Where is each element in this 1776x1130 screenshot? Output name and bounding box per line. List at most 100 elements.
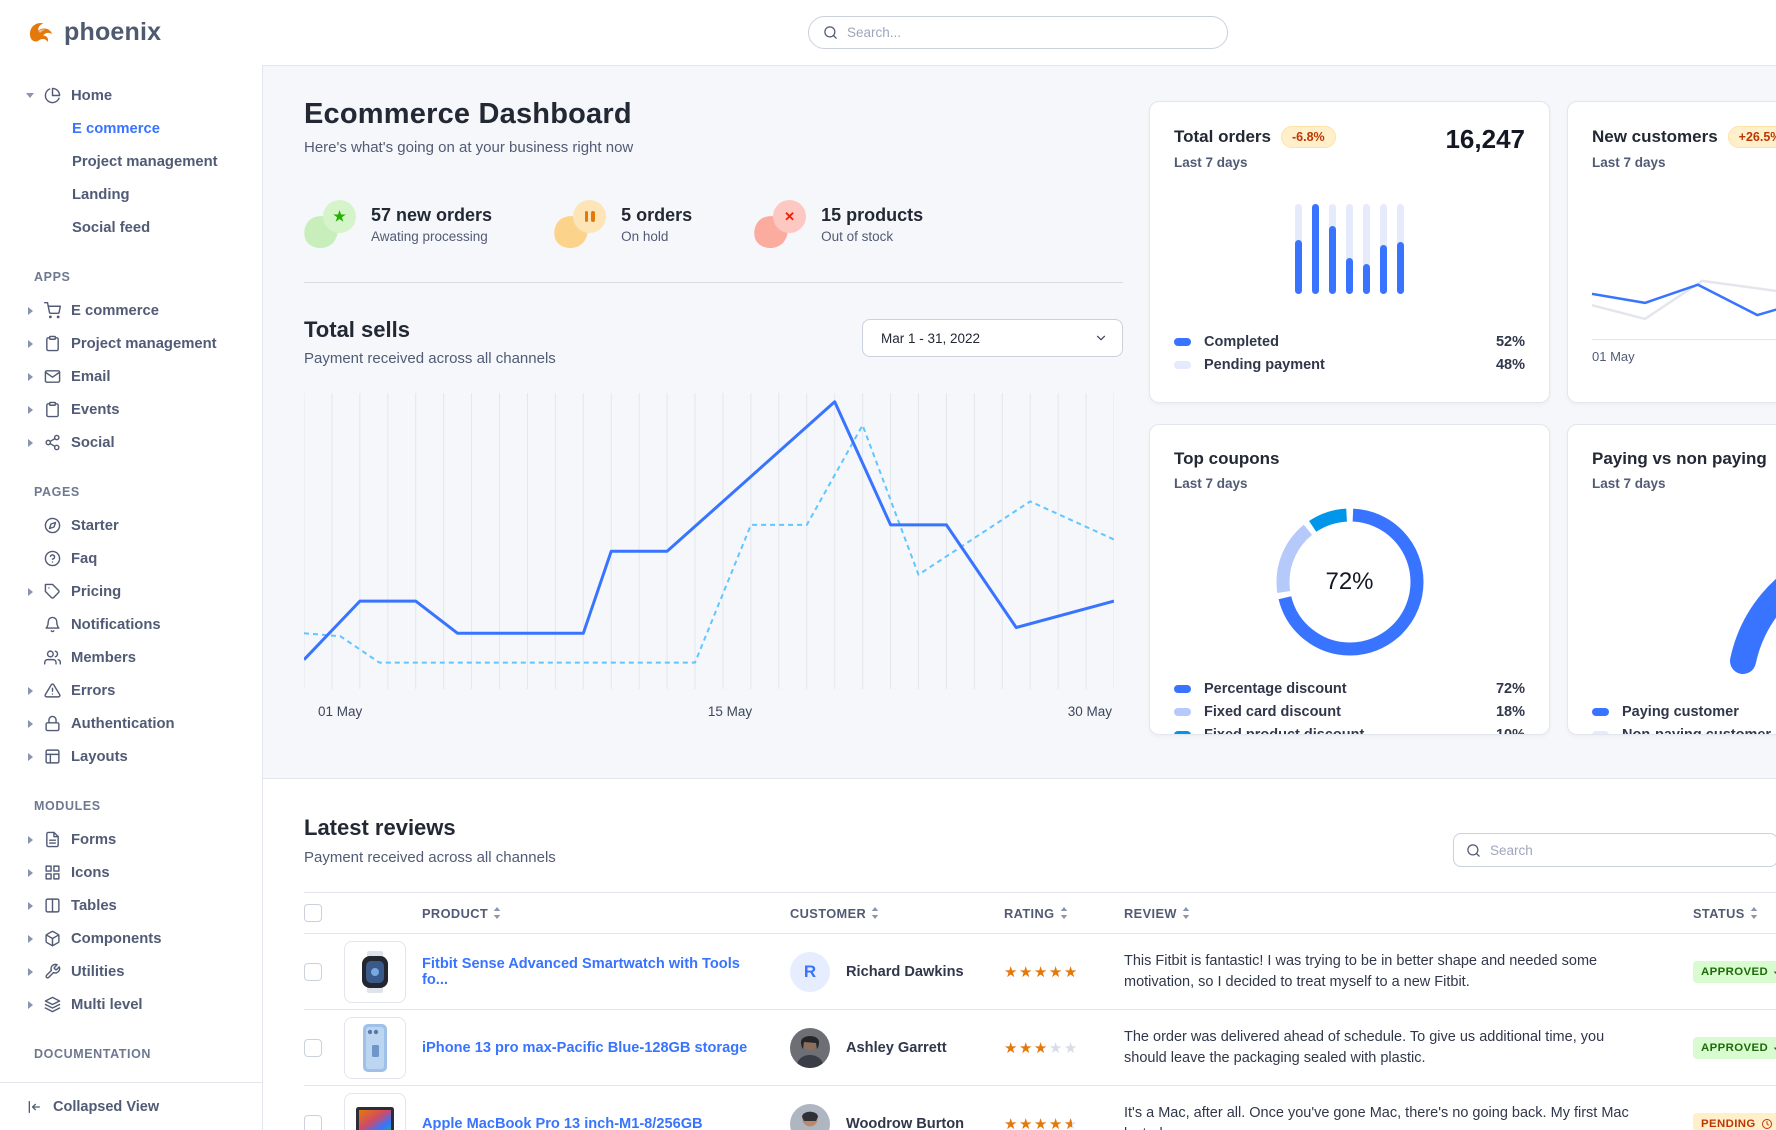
sidebar-item-icons[interactable]: Icons (16, 856, 254, 889)
row-checkbox[interactable] (304, 1115, 322, 1130)
sidebar-item-layouts[interactable]: Layouts (16, 740, 254, 773)
sidebar-item-faq[interactable]: Faq (16, 542, 254, 575)
top-navbar: phoenix (0, 0, 1776, 65)
sidebar-item-project-management[interactable]: Project management (16, 327, 254, 360)
sidebar-item-email[interactable]: Email (16, 360, 254, 393)
stat-awating-processing: ★57 new ordersAwating processing (304, 200, 492, 248)
caret-right-icon (22, 1001, 38, 1009)
product-thumbnail[interactable] (344, 941, 406, 1003)
sidebar-item-notifications[interactable]: Notifications (16, 608, 254, 641)
sidebar-item-label: Project management (71, 336, 217, 352)
sidebar-collapse-toggle[interactable]: Collapsed View (0, 1082, 262, 1130)
reviews-search-input[interactable] (1490, 843, 1765, 858)
sidebar-item-e-commerce[interactable]: E commerce (16, 294, 254, 327)
legend-label: Fixed product discount (1204, 727, 1496, 736)
select-all-checkbox[interactable] (304, 904, 322, 922)
column-header-status[interactable]: STATUS (1673, 906, 1776, 921)
sidebar-item-authentication[interactable]: Authentication (16, 707, 254, 740)
column-header-customer[interactable]: CUSTOMER (790, 906, 1004, 921)
global-search (808, 16, 1228, 49)
sidebar-subitem-e-commerce[interactable]: E commerce (16, 112, 254, 145)
sidebar-item-forms[interactable]: Forms (16, 823, 254, 856)
customer-name: Richard Dawkins (846, 964, 964, 980)
sidebar-item-events[interactable]: Events (16, 393, 254, 426)
sidebar-item-home[interactable]: Home (16, 79, 254, 112)
review-row-3: Apple MacBook Pro 13 inch-M1-8/256GB Wood… (304, 1086, 1776, 1130)
legend-swatch (1174, 731, 1191, 736)
legend-row-pending-payment: Pending payment48% (1174, 353, 1525, 376)
sidebar-item-members[interactable]: Members (16, 641, 254, 674)
dashboard-hero: Ecommerce Dashboard Here's what's going … (304, 66, 1123, 724)
sidebar-item-tables[interactable]: Tables (16, 889, 254, 922)
sidebar-item-components[interactable]: Components (16, 922, 254, 955)
legend-value: 52% (1496, 334, 1525, 350)
sort-icon (493, 907, 501, 919)
legend-row-non-paying-customer: Non-paying customer (1592, 723, 1776, 735)
star-filled-icon: ★ (1034, 1115, 1049, 1130)
stat-value: 57 new orders (371, 205, 492, 226)
new-customers-title: New customers (1592, 127, 1718, 147)
sidebar-item-multi-level[interactable]: Multi level (16, 988, 254, 1021)
new-customers-chart (1592, 248, 1776, 328)
top-coupons-center-value: 72% (1275, 507, 1425, 657)
column-header-review[interactable]: REVIEW (1116, 906, 1673, 921)
product-link[interactable]: Fitbit Sense Advanced Smartwatch with To… (422, 956, 790, 988)
search-icon (1466, 843, 1481, 858)
star-filled-icon: ★ (1004, 1039, 1019, 1057)
sidebar-item-label: Tables (71, 898, 117, 914)
sidebar-item-utilities[interactable]: Utilities (16, 955, 254, 988)
caret-right-icon (22, 753, 38, 761)
legend-swatch (1592, 731, 1609, 736)
top-coupons-period: Last 7 days (1174, 476, 1525, 491)
legend-label: Completed (1204, 334, 1496, 350)
x-axis-labels: 01 May 15 May 30 May (304, 704, 1114, 724)
column-header-rating[interactable]: RATING (1004, 906, 1116, 921)
top-coupons-title: Top coupons (1174, 449, 1279, 469)
chevron-down-icon (1094, 331, 1108, 345)
sidebar-item-social[interactable]: Social (16, 426, 254, 459)
caret-right-icon (22, 588, 38, 596)
caret-right-icon (22, 687, 38, 695)
caret-right-icon (22, 307, 38, 315)
sidebar-subitem-social-feed[interactable]: Social feed (16, 211, 254, 244)
product-link[interactable]: Apple MacBook Pro 13 inch-M1-8/256GB (422, 1116, 790, 1130)
legend-value: 10% (1496, 727, 1525, 736)
row-checkbox[interactable] (304, 1039, 322, 1057)
help-circle-icon (44, 550, 61, 567)
status-badge: APPROVED (1693, 1037, 1776, 1059)
legend-swatch (1174, 338, 1191, 346)
caret-right-icon (22, 968, 38, 976)
new-customers-period: Last 7 days (1592, 155, 1776, 170)
sidebar-item-label: E commerce (71, 303, 159, 319)
caret-right-icon (22, 439, 38, 447)
sidebar-item-label: Social (71, 435, 115, 451)
product-link[interactable]: iPhone 13 pro max-Pacific Blue-128GB sto… (422, 1040, 790, 1056)
sidebar-subitem-label: Project management (72, 154, 218, 170)
sidebar-item-pricing[interactable]: Pricing (16, 575, 254, 608)
sidebar-subitem-label: Landing (72, 187, 130, 203)
customer-name: Woodrow Burton (846, 1116, 964, 1130)
global-search-input[interactable] (847, 25, 1213, 40)
paying-legend: Paying customerNon-paying customer (1592, 700, 1776, 735)
sidebar-subitem-landing[interactable]: Landing (16, 178, 254, 211)
brand-logo[interactable]: phoenix (0, 18, 161, 48)
sidebar-item-label: Components (71, 931, 161, 947)
column-header-product[interactable]: PRODUCT (422, 906, 790, 921)
sidebar-item-errors[interactable]: Errors (16, 674, 254, 707)
new-customers-badge: +26.5% (1728, 126, 1776, 148)
product-thumbnail[interactable] (344, 1017, 406, 1079)
sidebar-item-starter[interactable]: Starter (16, 509, 254, 542)
total-sells-chart-wrap: 01 May 15 May 30 May (304, 393, 1114, 724)
sidebar-item-label: Layouts (71, 749, 128, 765)
star-filled-icon: ★ (1064, 963, 1079, 981)
product-thumbnail[interactable] (344, 1093, 406, 1130)
sidebar-subitem-project-management[interactable]: Project management (16, 145, 254, 178)
page-subtitle: Here's what's going on at your business … (304, 139, 1123, 156)
reviews-search (1453, 833, 1776, 867)
date-range-select[interactable]: Mar 1 - 31, 2022 (862, 319, 1123, 357)
legend-row-fixed-card-discount: Fixed card discount18% (1174, 700, 1525, 723)
star-empty-icon: ★ (1049, 1039, 1064, 1057)
caret-right-icon (22, 836, 38, 844)
row-checkbox[interactable] (304, 963, 322, 981)
order-bar (1346, 204, 1353, 294)
